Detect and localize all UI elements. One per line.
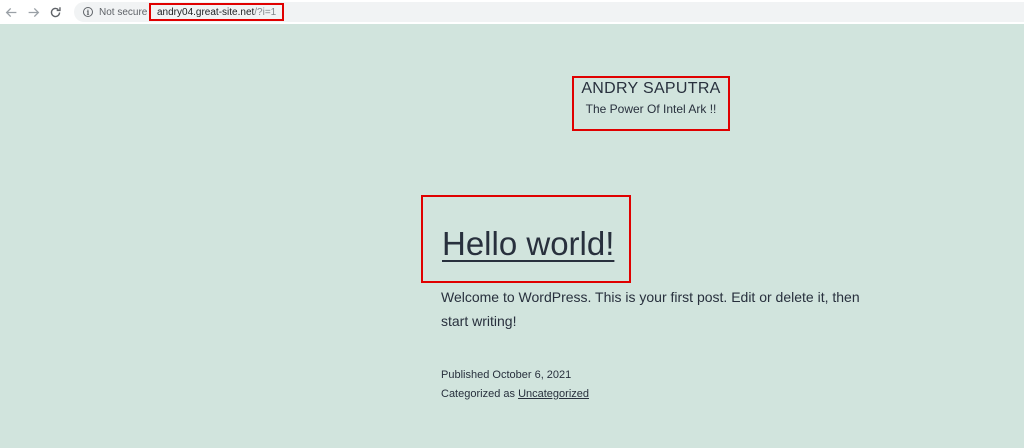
post-meta: Published October 6, 2021 Categorized as… [441, 366, 589, 404]
published-line: Published October 6, 2021 [441, 366, 589, 385]
site-header: ANDRY SAPUTRA The Power Of Intel Ark !! [572, 76, 730, 131]
browser-toolbar: i Not secure andry04.great-site.net/?i=1 [0, 0, 1024, 24]
site-description: The Power Of Intel Ark !! [585, 102, 717, 116]
address-bar[interactable]: i Not secure andry04.great-site.net/?i=1 [74, 2, 1024, 22]
published-label: Published [441, 369, 490, 381]
info-icon[interactable]: i [83, 7, 93, 17]
reload-icon[interactable] [44, 0, 66, 24]
url-field[interactable]: andry04.great-site.net/?i=1 [149, 3, 285, 21]
forward-arrow-icon[interactable] [22, 0, 44, 24]
back-arrow-icon[interactable] [0, 0, 22, 24]
url-host: andry04.great-site.net [157, 6, 255, 18]
site-title[interactable]: ANDRY SAPUTRA [574, 80, 728, 98]
published-date: October 6, 2021 [492, 369, 572, 381]
post-title-box: Hello world! [421, 195, 631, 283]
category-link[interactable]: Uncategorized [518, 388, 589, 400]
url-path: /?i=1 [254, 6, 277, 18]
post-content: Welcome to WordPress. This is your first… [441, 289, 860, 329]
post-title-link[interactable]: Hello world! [442, 225, 614, 263]
security-label[interactable]: Not secure [99, 7, 147, 18]
category-line: Categorized as Uncategorized [441, 385, 589, 404]
category-prefix: Categorized as [441, 388, 515, 400]
